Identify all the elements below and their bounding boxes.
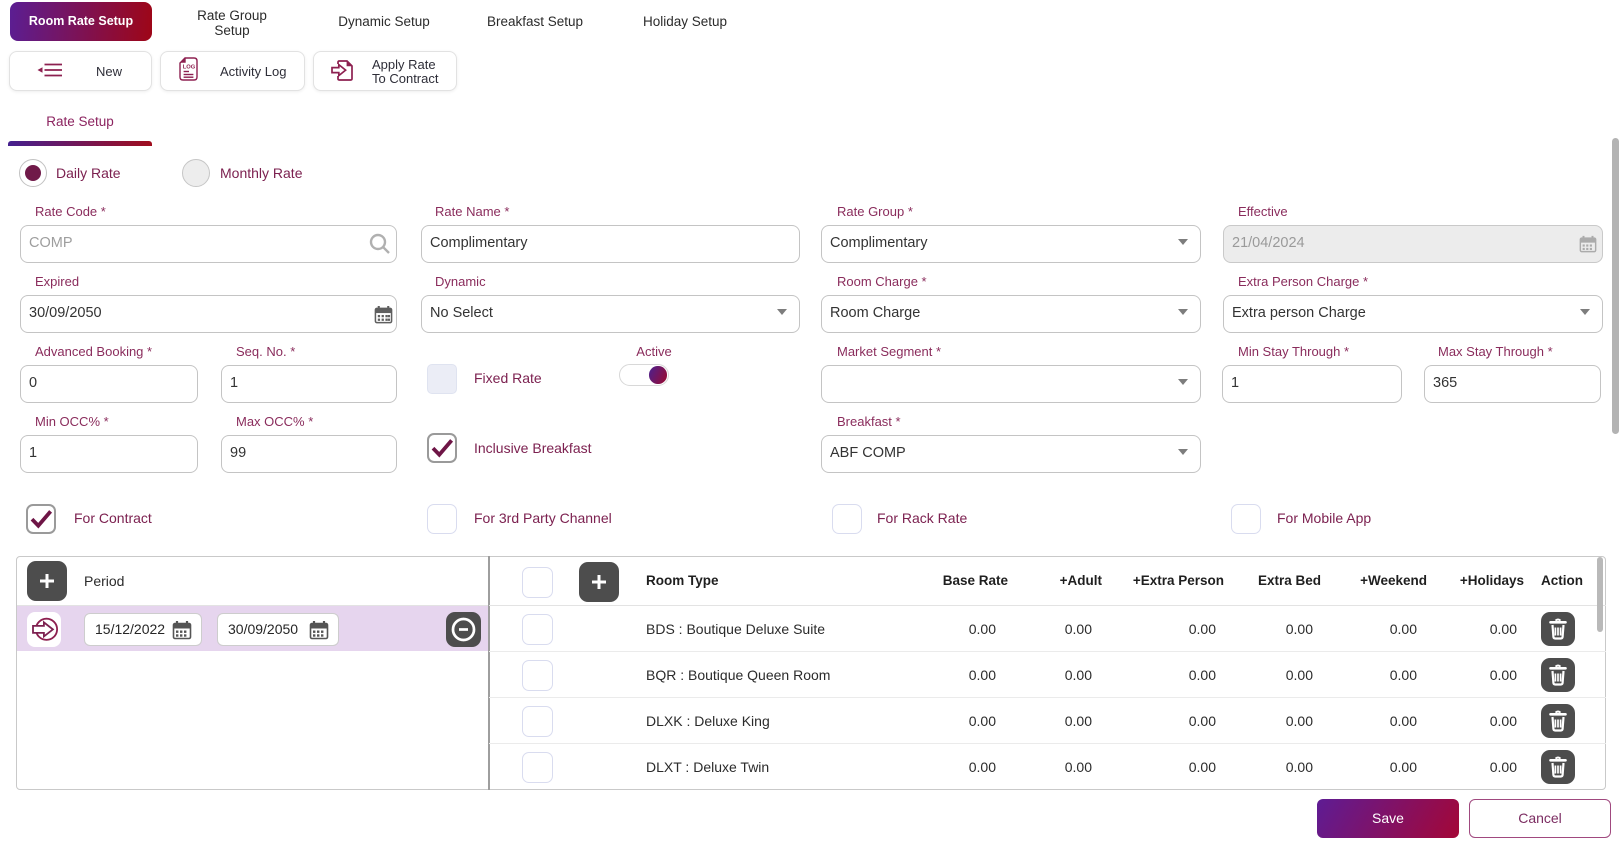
svg-text:LOG: LOG [183,65,196,71]
